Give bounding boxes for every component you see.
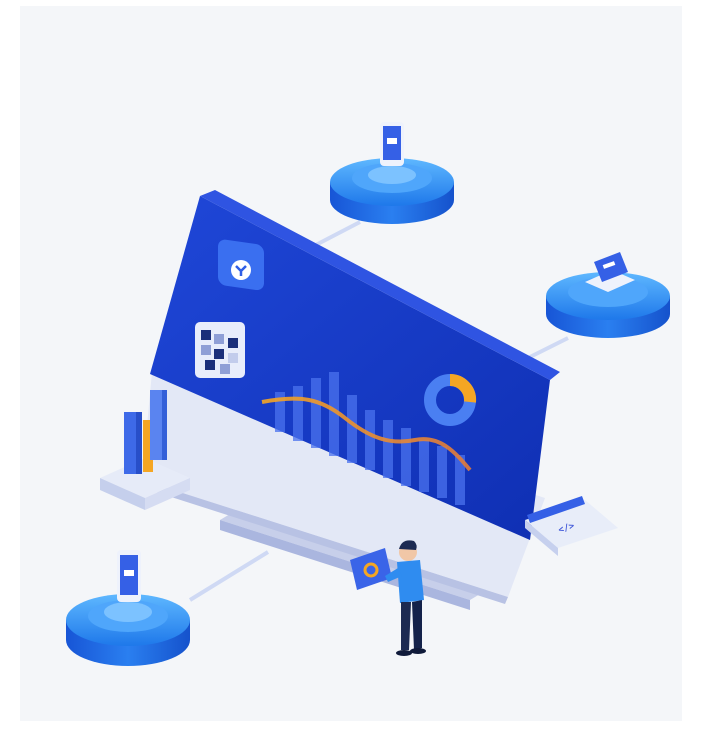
grid-tile-icon — [195, 322, 245, 378]
app-logo-icon — [218, 239, 264, 291]
platform-top — [330, 122, 454, 224]
platform-right — [546, 252, 670, 338]
phone-icon — [117, 550, 141, 602]
isometric-monitor-illustration: </> — [66, 122, 670, 666]
platform-bottom-left — [66, 550, 190, 666]
phone-icon — [380, 122, 404, 166]
